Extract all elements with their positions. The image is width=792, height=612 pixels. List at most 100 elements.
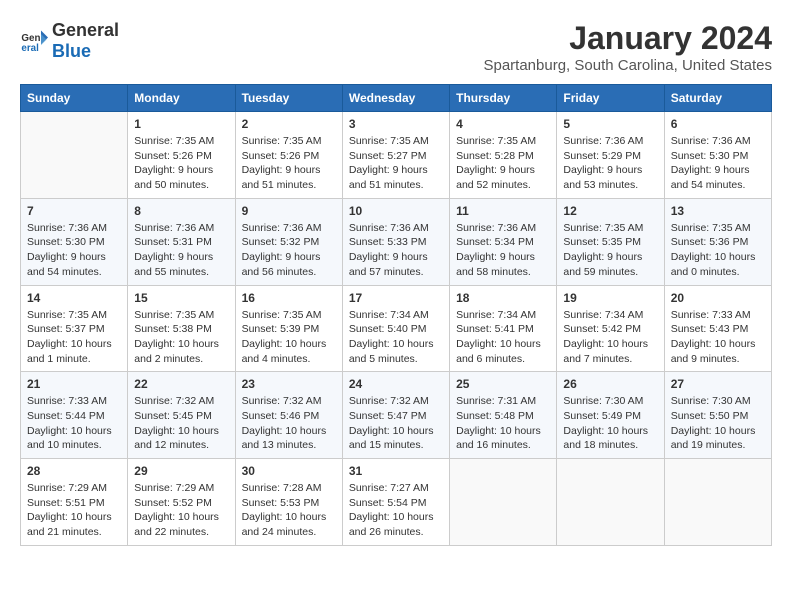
page-header: Gen eral General Blue January 2024 Spart… [20, 20, 772, 74]
calendar-cell: 14 Sunrise: 7:35 AMSunset: 5:37 PMDayligh… [21, 285, 128, 372]
day-number: 20 [671, 291, 765, 305]
header-tuesday: Tuesday [235, 85, 342, 112]
day-number: 29 [134, 464, 228, 478]
day-number: 24 [349, 377, 443, 391]
calendar-cell: 22Sunrise: 7:32 AMSunset: 5:45 PMDayligh… [128, 372, 235, 459]
calendar-cell: 9Sunrise: 7:36 AMSunset: 5:32 PMDaylight… [235, 198, 342, 285]
day-info: Sunrise: 7:34 AMSunset: 5:40 PMDaylight:… [349, 308, 443, 367]
day-info: Sunrise: 7:35 AMSunset: 5:27 PMDaylight:… [349, 134, 443, 193]
calendar-cell [450, 459, 557, 546]
calendar-cell: 7Sunrise: 7:36 AMSunset: 5:30 PMDaylight… [21, 198, 128, 285]
logo-blue: Blue [52, 41, 91, 61]
calendar-week-row: 28 Sunrise: 7:29 AMSunset: 5:51 PMDayligh… [21, 459, 772, 546]
day-number: 23 [242, 377, 336, 391]
calendar-cell: 31Sunrise: 7:27 AMSunset: 5:54 PMDayligh… [342, 459, 449, 546]
day-number: 3 [349, 117, 443, 131]
calendar-cell: 26 Sunrise: 7:30 AMSunset: 5:49 PMDayligh… [557, 372, 664, 459]
header-monday: Monday [128, 85, 235, 112]
calendar-cell: 21 Sunrise: 7:33 AMSunset: 5:44 PMDayligh… [21, 372, 128, 459]
day-info: Sunrise: 7:29 AMSunset: 5:52 PMDaylight:… [134, 481, 228, 540]
day-number: 11 [456, 204, 550, 218]
calendar-cell: 24 Sunrise: 7:32 AMSunset: 5:47 PMDayligh… [342, 372, 449, 459]
day-info: Sunrise: 7:34 AMSunset: 5:41 PMDaylight:… [456, 308, 550, 367]
day-number: 5 [563, 117, 657, 131]
day-number: 30 [242, 464, 336, 478]
calendar-week-row: 14 Sunrise: 7:35 AMSunset: 5:37 PMDayligh… [21, 285, 772, 372]
calendar-title: January 2024 [483, 20, 772, 57]
calendar-cell: 2 Sunrise: 7:35 AMSunset: 5:26 PMDaylight… [235, 112, 342, 199]
calendar-week-row: 21 Sunrise: 7:33 AMSunset: 5:44 PMDayligh… [21, 372, 772, 459]
calendar-cell: 11Sunrise: 7:36 AMSunset: 5:34 PMDayligh… [450, 198, 557, 285]
day-info: Sunrise: 7:35 AMSunset: 5:36 PMDaylight:… [671, 221, 765, 280]
calendar-cell: 4 Sunrise: 7:35 AMSunset: 5:28 PMDaylight… [450, 112, 557, 199]
day-number: 21 [27, 377, 121, 391]
calendar-cell: 1Sunrise: 7:35 AMSunset: 5:26 PMDaylight… [128, 112, 235, 199]
day-info: Sunrise: 7:35 AMSunset: 5:35 PMDaylight:… [563, 221, 657, 280]
day-info: Sunrise: 7:27 AMSunset: 5:54 PMDaylight:… [349, 481, 443, 540]
day-number: 6 [671, 117, 765, 131]
header-sunday: Sunday [21, 85, 128, 112]
day-info: Sunrise: 7:32 AMSunset: 5:46 PMDaylight:… [242, 394, 336, 453]
calendar-cell: 8 Sunrise: 7:36 AMSunset: 5:31 PMDaylight… [128, 198, 235, 285]
day-info: Sunrise: 7:35 AMSunset: 5:37 PMDaylight:… [27, 308, 121, 367]
calendar-cell: 3 Sunrise: 7:35 AMSunset: 5:27 PMDaylight… [342, 112, 449, 199]
day-info: Sunrise: 7:33 AMSunset: 5:43 PMDaylight:… [671, 308, 765, 367]
calendar-cell: 17 Sunrise: 7:34 AMSunset: 5:40 PMDayligh… [342, 285, 449, 372]
day-number: 22 [134, 377, 228, 391]
day-number: 26 [563, 377, 657, 391]
day-info: Sunrise: 7:30 AMSunset: 5:49 PMDaylight:… [563, 394, 657, 453]
day-info: Sunrise: 7:35 AMSunset: 5:28 PMDaylight:… [456, 134, 550, 193]
calendar-week-row: 1 Sunrise: 7:35 AMSunset: 5:26 PMDaylight… [21, 112, 772, 199]
day-info: Sunrise: 7:31 AMSunset: 5:48 PMDaylight:… [456, 394, 550, 453]
day-number: 28 [27, 464, 121, 478]
calendar-table: Sunday Monday Tuesday Wednesday Thursday… [20, 84, 772, 546]
calendar-cell: 5 Sunrise: 7:36 AMSunset: 5:29 PMDaylight… [557, 112, 664, 199]
day-number: 15 [134, 291, 228, 305]
day-number: 4 [456, 117, 550, 131]
calendar-cell: 10 Sunrise: 7:36 AMSunset: 5:33 PMDayligh… [342, 198, 449, 285]
day-info: Sunrise: 7:29 AMSunset: 5:51 PMDaylight:… [27, 481, 121, 540]
day-info: Sunrise: 7:32 AMSunset: 5:47 PMDaylight:… [349, 394, 443, 453]
day-number: 18 [456, 291, 550, 305]
day-number: 8 [134, 204, 228, 218]
day-info: Sunrise: 7:28 AMSunset: 5:53 PMDaylight:… [242, 481, 336, 540]
day-info: Sunrise: 7:35 AMSunset: 5:26 PMDaylight:… [242, 134, 336, 193]
header-friday: Friday [557, 85, 664, 112]
day-number: 17 [349, 291, 443, 305]
day-info: Sunrise: 7:35 AMSunset: 5:39 PMDaylight:… [242, 308, 336, 367]
calendar-cell [21, 112, 128, 199]
day-number: 12 [563, 204, 657, 218]
calendar-cell: 23 Sunrise: 7:32 AMSunset: 5:46 PMDayligh… [235, 372, 342, 459]
calendar-cell: 13 Sunrise: 7:35 AMSunset: 5:36 PMDayligh… [664, 198, 771, 285]
day-number: 13 [671, 204, 765, 218]
calendar-week-row: 7Sunrise: 7:36 AMSunset: 5:30 PMDaylight… [21, 198, 772, 285]
day-info: Sunrise: 7:35 AMSunset: 5:38 PMDaylight:… [134, 308, 228, 367]
calendar-cell: 15 Sunrise: 7:35 AMSunset: 5:38 PMDayligh… [128, 285, 235, 372]
calendar-cell: 12 Sunrise: 7:35 AMSunset: 5:35 PMDayligh… [557, 198, 664, 285]
calendar-cell: 30 Sunrise: 7:28 AMSunset: 5:53 PMDayligh… [235, 459, 342, 546]
day-info: Sunrise: 7:36 AMSunset: 5:33 PMDaylight:… [349, 221, 443, 280]
day-number: 2 [242, 117, 336, 131]
calendar-header-row: Sunday Monday Tuesday Wednesday Thursday… [21, 85, 772, 112]
logo-general: General [52, 20, 119, 40]
calendar-cell: 27Sunrise: 7:30 AMSunset: 5:50 PMDayligh… [664, 372, 771, 459]
day-info: Sunrise: 7:36 AMSunset: 5:31 PMDaylight:… [134, 221, 228, 280]
day-number: 14 [27, 291, 121, 305]
day-info: Sunrise: 7:30 AMSunset: 5:50 PMDaylight:… [671, 394, 765, 453]
day-number: 7 [27, 204, 121, 218]
calendar-subtitle: Spartanburg, South Carolina, United Stat… [483, 57, 772, 74]
title-block: January 2024 Spartanburg, South Carolina… [483, 20, 772, 74]
header-saturday: Saturday [664, 85, 771, 112]
day-info: Sunrise: 7:33 AMSunset: 5:44 PMDaylight:… [27, 394, 121, 453]
day-info: Sunrise: 7:36 AMSunset: 5:29 PMDaylight:… [563, 134, 657, 193]
calendar-cell: 29 Sunrise: 7:29 AMSunset: 5:52 PMDayligh… [128, 459, 235, 546]
calendar-cell: 16 Sunrise: 7:35 AMSunset: 5:39 PMDayligh… [235, 285, 342, 372]
day-number: 1 [134, 117, 228, 131]
logo: Gen eral General Blue [20, 20, 119, 62]
calendar-cell: 28 Sunrise: 7:29 AMSunset: 5:51 PMDayligh… [21, 459, 128, 546]
day-number: 10 [349, 204, 443, 218]
day-number: 16 [242, 291, 336, 305]
day-number: 19 [563, 291, 657, 305]
calendar-cell: 25Sunrise: 7:31 AMSunset: 5:48 PMDayligh… [450, 372, 557, 459]
calendar-cell: 19Sunrise: 7:34 AMSunset: 5:42 PMDayligh… [557, 285, 664, 372]
